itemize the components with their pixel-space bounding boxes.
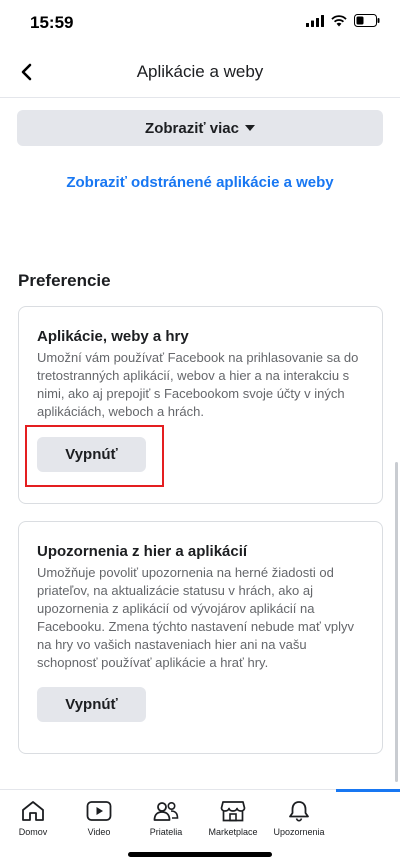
tab-marketplace[interactable]: Marketplace <box>198 800 268 837</box>
show-more-label: Zobraziť viac <box>145 119 239 137</box>
removed-apps-link[interactable]: Zobraziť odstránené aplikácie a weby <box>0 174 400 191</box>
wifi-icon <box>331 14 347 26</box>
tab-label: Marketplace <box>208 827 258 837</box>
show-more-button[interactable]: Zobraziť viac <box>17 110 383 146</box>
bell-icon <box>289 801 309 822</box>
tab-friends[interactable]: Priatelia <box>131 800 201 837</box>
page-title: Aplikácie a weby <box>136 62 264 81</box>
caret-down-icon <box>244 125 255 131</box>
card-description: Umožní vám používať Facebook na prihlaso… <box>37 350 359 419</box>
tab-video[interactable]: Video <box>64 800 134 837</box>
highlight-annotation <box>25 425 164 487</box>
preferences-heading: Preferencie <box>18 271 111 290</box>
tab-notifications[interactable]: Upozornenia <box>264 800 334 837</box>
marketplace-icon <box>220 801 246 822</box>
card-title: Upozornenia z hier a aplikácií <box>37 543 248 560</box>
game-app-notifications-card: Upozornenia z hier a aplikácií Umožňuje … <box>18 521 383 754</box>
battery-icon <box>354 14 380 27</box>
card-description: Umožňuje povoliť upozornenia na herné ži… <box>37 565 355 670</box>
home-icon <box>22 801 44 821</box>
video-icon <box>86 801 112 821</box>
nav-bar: Aplikácie a weby <box>0 46 400 98</box>
home-indicator <box>128 852 272 857</box>
tab-label: Domov <box>18 827 48 837</box>
tab-home[interactable]: Domov <box>0 800 68 837</box>
tab-label: Upozornenia <box>273 827 325 837</box>
active-tab-indicator <box>336 789 400 792</box>
scrollbar[interactable] <box>395 462 398 782</box>
cellular-signal-icon <box>306 14 324 27</box>
status-bar: 15:59 <box>0 0 400 46</box>
card-title: Aplikácie, weby a hry <box>37 328 189 345</box>
turn-off-notifications-button[interactable]: Vypnúť <box>37 687 146 722</box>
friends-icon <box>153 801 179 821</box>
status-icons <box>306 14 380 27</box>
tab-label: Priatelia <box>149 827 183 837</box>
tab-label: Video <box>87 827 111 837</box>
status-time: 15:59 <box>30 13 74 32</box>
